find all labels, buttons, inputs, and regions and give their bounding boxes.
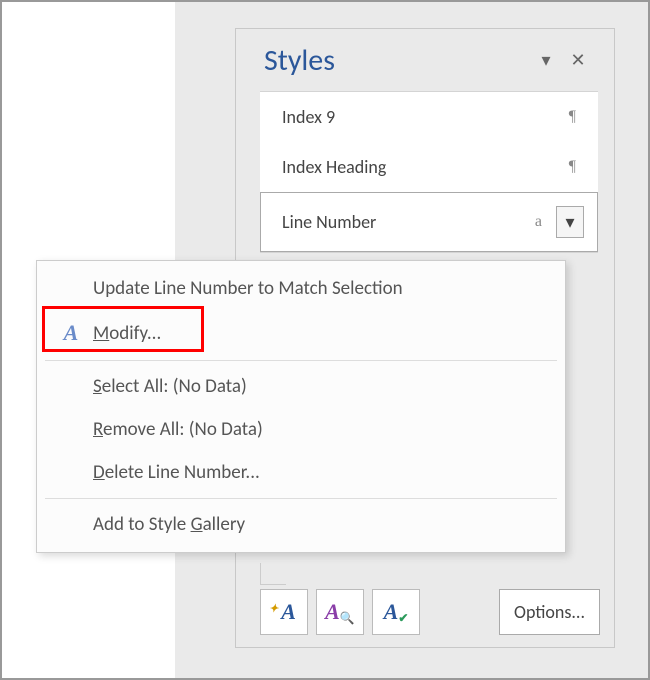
manage-styles-icon: A	[384, 599, 399, 625]
separator	[45, 360, 557, 361]
pane-menu-button[interactable]: ▾	[530, 44, 562, 76]
options-button[interactable]: Options...	[499, 589, 600, 635]
style-item-index-heading[interactable]: Index Heading ¶	[260, 142, 598, 192]
ctx-label: Add to Style Gallery	[87, 513, 245, 536]
style-dropdown-button[interactable]: ▾	[556, 206, 584, 238]
ctx-label: Update Line Number to Match Selection	[87, 277, 403, 300]
ctx-select-all[interactable]: Select All: (No Data)	[37, 365, 565, 408]
character-mark-icon: a	[535, 213, 542, 231]
style-name: Line Number	[282, 211, 535, 233]
ctx-remove-all[interactable]: Remove All: (No Data)	[37, 408, 565, 451]
ctx-label: Delete Line Number...	[87, 461, 260, 484]
style-name: Index Heading	[282, 156, 569, 178]
paragraph-mark-icon: ¶	[569, 158, 576, 176]
pane-header: Styles ▾ ✕	[236, 29, 614, 91]
pane-title: Styles	[264, 42, 530, 79]
new-style-icon: A	[281, 599, 296, 625]
chevron-down-icon: ▾	[541, 49, 550, 71]
manage-styles-button[interactable]: A ✔	[372, 589, 420, 635]
style-item-line-number[interactable]: Line Number a ▾	[260, 192, 598, 252]
ctx-label: Modify...	[87, 322, 161, 345]
pane-footer: ✦ A A 🔍 A ✔ Options...	[260, 589, 600, 635]
new-style-button[interactable]: ✦ A	[260, 589, 308, 635]
chevron-down-icon: ▾	[565, 211, 574, 233]
ctx-update-to-match[interactable]: Update Line Number to Match Selection	[37, 267, 565, 310]
ctx-modify[interactable]: A Modify...	[37, 310, 565, 356]
styles-list: Index 9 ¶ Index Heading ¶ Line Number a …	[260, 91, 598, 253]
style-item-index-9[interactable]: Index 9 ¶	[260, 92, 598, 142]
style-context-menu: Update Line Number to Match Selection A …	[36, 260, 566, 553]
modify-style-icon: A	[55, 320, 87, 346]
ctx-label: Remove All: (No Data)	[87, 418, 263, 441]
style-name: Index 9	[282, 106, 569, 128]
close-icon: ✕	[570, 49, 585, 71]
close-button[interactable]: ✕	[562, 44, 594, 76]
ctx-label: Select All: (No Data)	[87, 375, 247, 398]
style-inspector-button[interactable]: A 🔍	[316, 589, 364, 635]
ctx-delete[interactable]: Delete Line Number...	[37, 451, 565, 494]
options-label: Options...	[514, 601, 585, 623]
ctx-add-to-gallery[interactable]: Add to Style Gallery	[37, 503, 565, 546]
preview-checkbox-partial	[260, 563, 286, 585]
paragraph-mark-icon: ¶	[569, 108, 576, 126]
separator	[45, 498, 557, 499]
style-inspector-icon: A	[325, 599, 340, 625]
